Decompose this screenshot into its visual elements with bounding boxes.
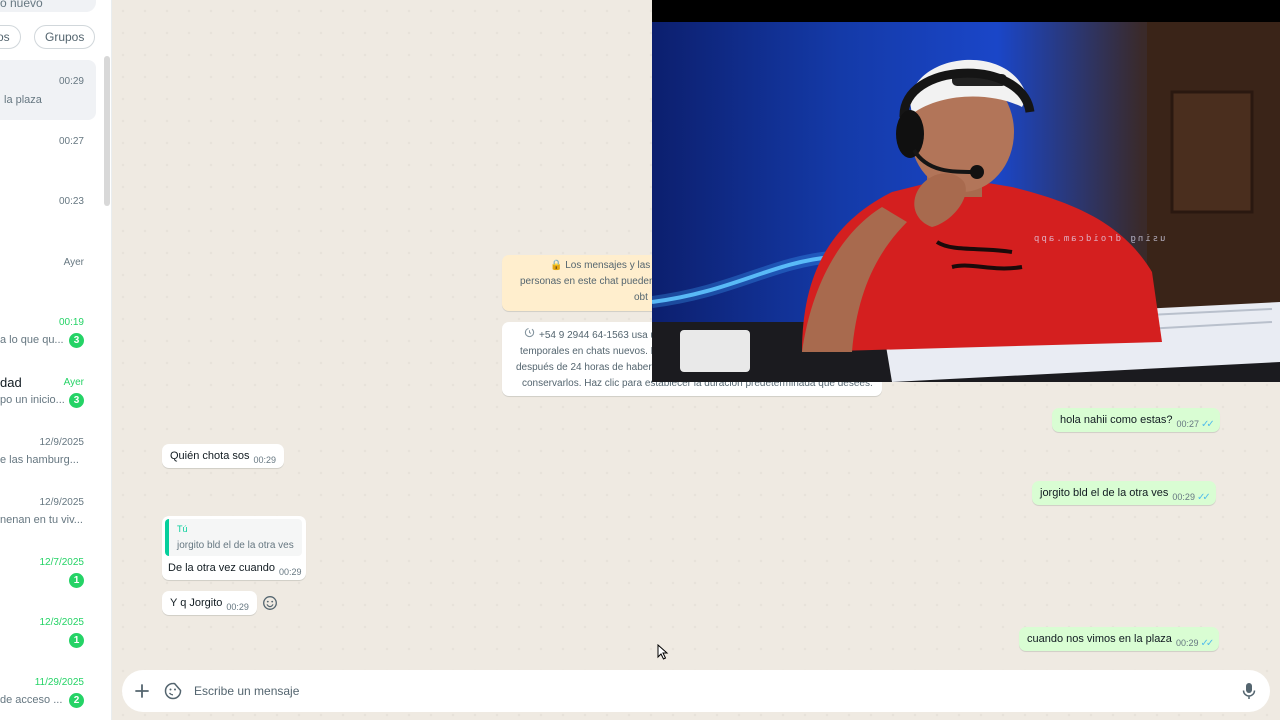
incoming-message[interactable]: Quién chota sos 00:29 [162, 444, 285, 468]
chat-time: 12/9/2025 [39, 497, 85, 508]
chat-list-item[interactable]: 00:29 la plaza [0, 60, 96, 120]
read-receipt-icon: ✓✓ [1196, 492, 1211, 503]
quoted-text: jorgito bld el de la otra ves [177, 540, 294, 551]
message-time: 00:27 [1176, 419, 1200, 429]
webcam-overlay[interactable]: using droidcam.app [652, 0, 1280, 382]
chat-time: Ayer [63, 377, 84, 388]
chat-preview: la plaza [4, 94, 42, 106]
reply-body: De la otra vez cuando 00:29 [165, 562, 302, 577]
chat-preview: a lo que qu... [0, 334, 64, 346]
message-text: Y q Jorgito [170, 597, 223, 609]
message-text: cuando nos vimos en la plaza [1027, 633, 1172, 645]
new-chat-hint[interactable]: o nuevo [0, 0, 96, 12]
filter-favorites[interactable]: itos [0, 25, 21, 49]
chat-time: 12/3/2025 [39, 617, 85, 628]
read-receipt-icon: ✓✓ [1201, 419, 1215, 430]
webcam-scene [652, 22, 1280, 382]
attach-plus-icon[interactable] [132, 681, 152, 701]
temporary-notice-line: +54 9 2944 64-1563 usa u [539, 330, 657, 342]
message-composer [122, 670, 1270, 712]
chat-time: 12/7/2025 [39, 557, 85, 568]
incoming-message[interactable]: Y q Jorgito 00:29 [162, 591, 257, 615]
chat-name: dad [0, 375, 22, 390]
filter-favorites-label: itos [0, 30, 10, 44]
chat-list-item[interactable]: dad Ayer po un inicio... 3 [0, 360, 96, 420]
sticker-icon[interactable] [163, 681, 183, 701]
webcam-watermark: using droidcam.app [1032, 234, 1166, 244]
chat-list-item[interactable]: 12/7/2025 1 [0, 540, 96, 600]
chat-time: 00:19 [58, 317, 84, 328]
chat-list-item[interactable]: 12/9/2025 nenan en tu viv... [0, 480, 96, 540]
chat-time: 00:23 [58, 196, 84, 207]
unread-badge: 3 [69, 393, 84, 408]
mouse-cursor-icon [657, 644, 669, 660]
chat-list-item[interactable]: 11/29/2025 de acceso ... 2 [0, 660, 96, 720]
new-chat-hint-text: o nuevo [0, 0, 43, 10]
chat-preview: nenan en tu viv... [0, 514, 83, 526]
message-time: 00:29 [279, 567, 302, 577]
chat-time: Ayer [63, 257, 84, 268]
message-time: 00:29 [1175, 638, 1199, 648]
chat-list-item[interactable]: 00:27 [0, 120, 96, 180]
chat-preview: de acceso ... [0, 694, 63, 706]
chat-time: 00:27 [58, 136, 84, 147]
chat-list-item[interactable]: 12/3/2025 1 [0, 600, 96, 660]
chat-time: 11/29/2025 [34, 677, 84, 688]
chat-list-item[interactable]: Ayer [0, 240, 96, 300]
chat-list-sidebar: o nuevo itos Grupos 00:29 la plaza 00:27… [0, 0, 112, 720]
quoted-message[interactable]: Tú jorgito bld el de la otra ves [165, 519, 302, 556]
chat-list-item[interactable]: 00:19 a lo que qu... 3 [0, 300, 96, 360]
message-text: Quién chota sos [170, 450, 250, 462]
outgoing-message[interactable]: hola nahii como estas? 00:27 ✓✓ [1052, 408, 1220, 432]
message-time: 00:29 [1172, 492, 1195, 502]
message-text: jorgito bld el de la otra ves [1040, 487, 1169, 499]
message-time: 00:29 [253, 455, 277, 465]
chat-list-item[interactable]: 12/9/2025 e las hamburg... [0, 420, 96, 480]
message-input[interactable] [194, 678, 1094, 704]
incoming-reply-message[interactable]: Tú jorgito bld el de la otra ves De la o… [162, 516, 306, 580]
react-emoji-icon[interactable] [262, 595, 278, 611]
unread-badge: 2 [69, 693, 84, 708]
quoted-author: Tú [177, 524, 188, 534]
outgoing-message[interactable]: jorgito bld el de la otra ves 00:29 ✓✓ [1032, 481, 1216, 505]
chat-time: 12/9/2025 [39, 437, 85, 448]
chat-preview: po un inicio... [0, 394, 65, 406]
message-time: 00:29 [226, 602, 249, 612]
read-receipt-icon: ✓✓ [1200, 638, 1214, 649]
timer-icon [524, 327, 535, 344]
chat-list-item[interactable]: 00:23 [0, 180, 96, 240]
sidebar-scrollbar[interactable] [104, 56, 110, 206]
filter-groups-label: Grupos [45, 30, 85, 44]
unread-badge: 1 [69, 573, 84, 588]
unread-badge: 1 [69, 633, 84, 648]
chat-preview: e las hamburg... [0, 454, 79, 466]
filter-groups[interactable]: Grupos [34, 25, 96, 49]
chat-time: 00:29 [58, 76, 84, 87]
message-text: De la otra vez cuando [168, 562, 276, 574]
message-text: hola nahii como estas? [1060, 414, 1173, 426]
webcam-video: using droidcam.app [652, 22, 1280, 382]
microphone-icon[interactable] [1239, 681, 1259, 701]
outgoing-message[interactable]: cuando nos vimos en la plaza 00:29 ✓✓ [1019, 627, 1220, 651]
unread-badge: 3 [69, 333, 84, 348]
